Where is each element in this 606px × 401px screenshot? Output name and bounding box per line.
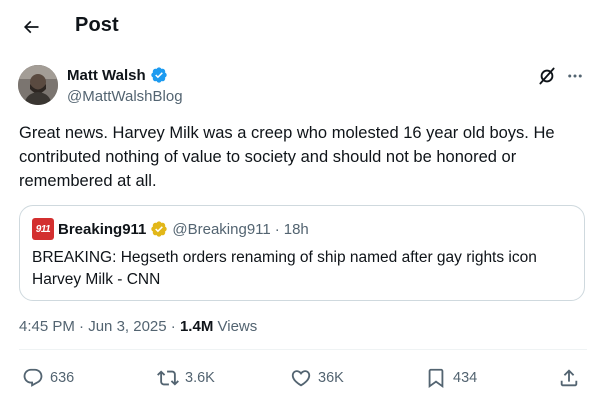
page-title: Post: [75, 14, 119, 36]
share-button[interactable]: [558, 358, 580, 398]
post-date[interactable]: Jun 3, 2025: [88, 318, 166, 335]
divider: [19, 349, 587, 350]
author-name-row: Matt Walsh: [67, 66, 168, 84]
repost-icon: [157, 370, 179, 386]
reply-button[interactable]: 636: [22, 358, 74, 398]
breaking911-logo-icon: 911: [32, 218, 54, 240]
repost-count: 3.6K: [185, 370, 215, 386]
more-horizontal-icon: [568, 74, 582, 78]
quoted-timestamp: 18h: [283, 220, 309, 238]
bookmark-icon: [428, 368, 444, 389]
verified-badge-icon: [150, 67, 167, 83]
arrow-left-icon: [23, 20, 39, 34]
avatar[interactable]: [18, 65, 58, 105]
author-handle[interactable]: @MattWalshBlog: [67, 88, 183, 105]
bookmark-button[interactable]: 434: [425, 358, 477, 398]
post-time[interactable]: 4:45 PM: [19, 318, 75, 335]
like-button[interactable]: 36K: [290, 358, 344, 398]
reply-count: 636: [50, 370, 75, 386]
quoted-author-name: Breaking911: [58, 220, 147, 238]
quoted-separator: ·: [274, 220, 280, 238]
quoted-post-text: BREAKING: Hegseth orders renaming of shi…: [32, 249, 537, 288]
post-meta: 4:45 PM · Jun 3, 2025 · 1.4M Views: [19, 318, 257, 335]
top-bar: Post: [0, 0, 606, 52]
views-label: Views: [217, 318, 258, 335]
heart-icon: [291, 370, 311, 387]
reply-icon: [23, 368, 43, 387]
meta-separator: ·: [79, 318, 85, 335]
author-name[interactable]: Matt Walsh: [67, 67, 146, 84]
verified-badge-gold-icon: [151, 221, 168, 237]
bookmark-count: 434: [453, 370, 478, 386]
like-count: 36K: [318, 370, 344, 386]
post-text: Great news. Harvey Milk was a creep who …: [19, 124, 555, 190]
grok-button[interactable]: [536, 65, 558, 87]
repost-button[interactable]: 3.6K: [157, 358, 215, 398]
avatar-photo: [18, 65, 58, 105]
action-bar: 636 3.6K 36K 434: [0, 358, 606, 398]
quoted-post-header: 911 Breaking911 @Breaking911 · 18h: [32, 218, 309, 240]
back-button[interactable]: [14, 10, 48, 44]
meta-separator: ·: [170, 318, 176, 335]
quoted-post[interactable]: 911 Breaking911 @Breaking911 · 18h BREAK…: [19, 205, 585, 301]
share-icon: [560, 369, 578, 387]
more-options-button[interactable]: [564, 65, 586, 87]
quoted-author-handle: @Breaking911: [172, 220, 271, 238]
views-count: 1.4M: [179, 318, 214, 335]
quoted-logo-text: 911: [35, 223, 51, 235]
grok-icon: [539, 67, 555, 85]
